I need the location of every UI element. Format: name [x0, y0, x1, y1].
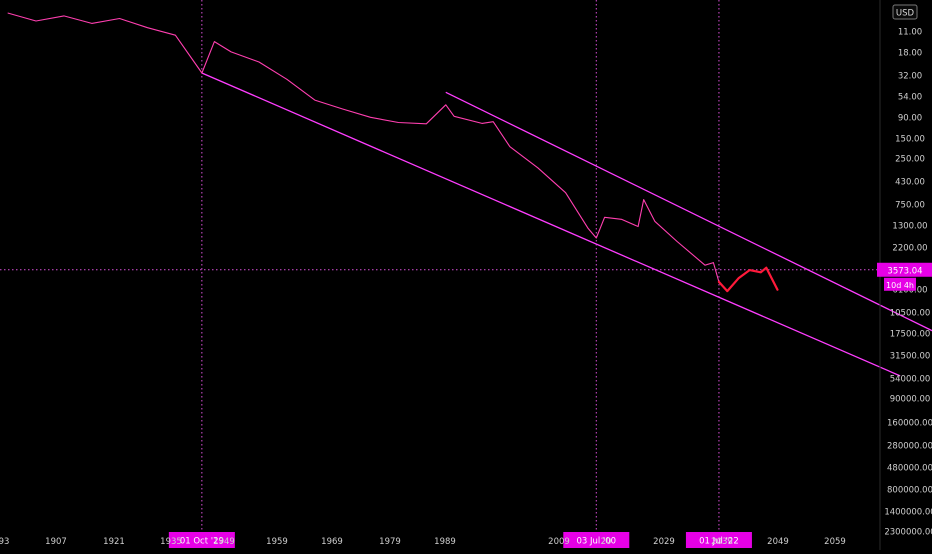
- x-tick-label: 2049: [767, 537, 789, 547]
- y-tick-label: 90000.00: [890, 395, 931, 405]
- y-tick-label: 10500.00: [890, 309, 931, 319]
- x-tick-label: 2029: [653, 537, 675, 547]
- x-tick-label: 2009: [548, 537, 570, 547]
- y-tick-label: 17500.00: [890, 330, 931, 340]
- countdown-label: 10d 4h: [886, 281, 914, 290]
- x-tick-label: 1921: [103, 537, 125, 547]
- y-tick-label: 54.00: [898, 93, 922, 103]
- x-tick-label: 1907: [45, 537, 67, 547]
- x-tick-label: 93: [0, 537, 9, 547]
- crosshair-price-label: 3573.04: [887, 266, 922, 276]
- y-tick-label: 90.00: [898, 114, 922, 124]
- y-tick-label: 1400000.00: [884, 508, 932, 518]
- x-tick-label: 2059: [824, 537, 846, 547]
- y-tick-label: 280000.00: [887, 442, 932, 452]
- y-tick-label: 250.00: [895, 155, 925, 165]
- y-tick-label: 54000.00: [890, 375, 931, 385]
- currency-badge[interactable]: USD: [892, 4, 918, 20]
- x-tick-label: 1959: [266, 537, 288, 547]
- x-tick-label: 1949: [213, 537, 235, 547]
- y-tick-label: 1300.00: [892, 222, 927, 232]
- x-tick-label: 2039: [711, 537, 733, 547]
- y-tick-label: 11.00: [898, 28, 922, 38]
- y-tick-label: 480000.00: [887, 464, 932, 474]
- y-tick-label: 32.00: [898, 72, 922, 82]
- x-tick-label: 1935: [160, 537, 182, 547]
- y-tick-label: 750.00: [895, 201, 925, 211]
- y-tick-label: 800000.00: [887, 486, 932, 496]
- y-tick-label: 160000.00: [887, 419, 932, 429]
- currency-badge-label: USD: [896, 9, 915, 19]
- x-tick-label: 1969: [321, 537, 343, 547]
- y-tick-label: 150.00: [895, 135, 925, 145]
- y-tick-label: 31500.00: [890, 352, 931, 362]
- x-tick-label: 1989: [434, 537, 456, 547]
- y-tick-label: 430.00: [895, 178, 925, 188]
- x-tick-label: 20: [601, 537, 612, 547]
- chart[interactable]: 6.511.0018.0032.0054.0090.00150.00250.00…: [0, 0, 932, 550]
- chart-svg[interactable]: 6.511.0018.0032.0054.0090.00150.00250.00…: [0, 0, 932, 550]
- y-tick-label: 2300000.00: [884, 528, 932, 538]
- y-tick-label: 18.00: [898, 49, 922, 59]
- x-tick-label: 1979: [379, 537, 401, 547]
- y-tick-label: 2200.00: [892, 244, 927, 254]
